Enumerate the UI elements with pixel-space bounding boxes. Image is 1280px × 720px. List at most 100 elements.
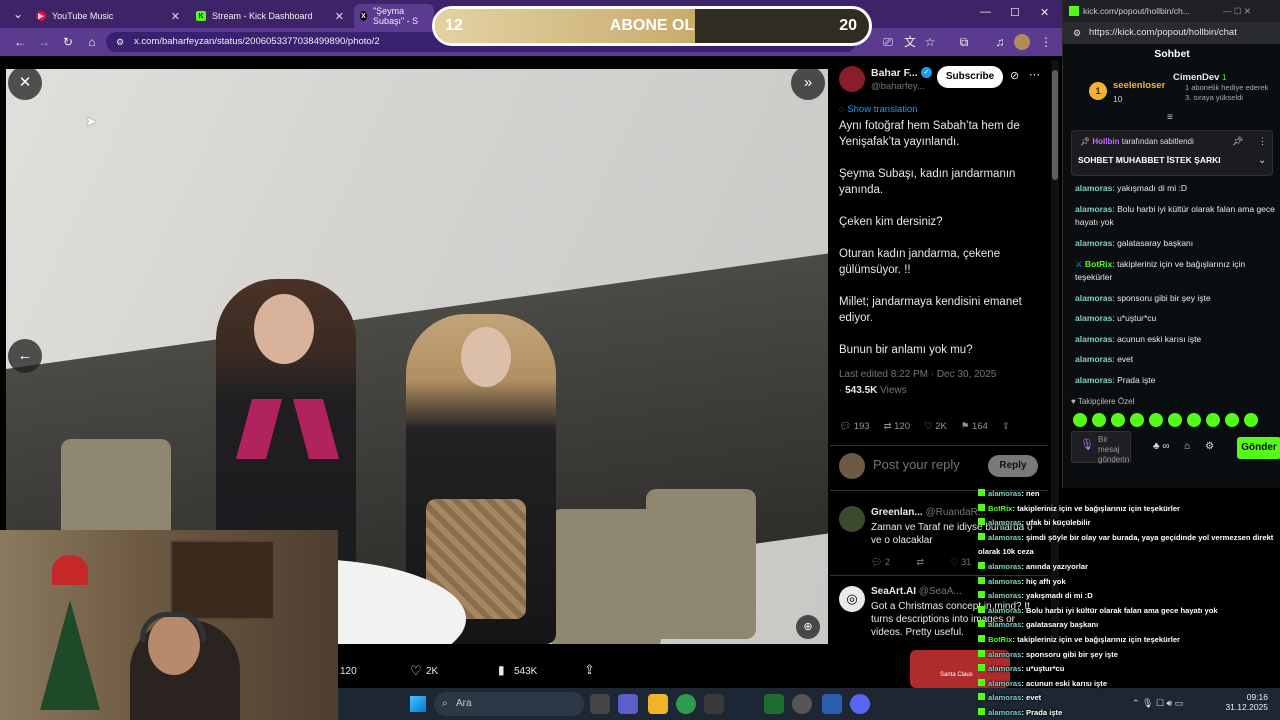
emote-icon[interactable]	[1206, 413, 1220, 427]
windows-start-icon[interactable]	[410, 696, 426, 712]
home-icon[interactable]: ⌂	[84, 34, 100, 50]
obs-icon[interactable]	[792, 694, 812, 714]
reply-button[interactable]: Reply	[988, 455, 1038, 477]
file-explorer-icon[interactable]	[648, 694, 668, 714]
chat-username[interactable]: alamoras	[1075, 183, 1112, 193]
close-icon[interactable]: ✕	[171, 10, 180, 23]
cast-icon[interactable]: ⎚	[880, 34, 896, 50]
previous-photo-icon[interactable]: ←	[8, 339, 42, 373]
send-button[interactable]: Gönder	[1237, 437, 1280, 459]
kick-badge-icon	[978, 693, 985, 701]
tab-kick-dashboard[interactable]: K Stream - Kick Dashboard ✕	[190, 4, 350, 28]
emote-icon[interactable]	[1111, 413, 1125, 427]
pinned-message[interactable]: 📌︎ Hollbin tarafından sabitlendi 📌︎ ⋮ SO…	[1071, 130, 1273, 176]
seaart-logo-icon[interactable]: ◎	[839, 586, 865, 612]
reply-icon[interactable]: 💬︎	[871, 557, 885, 567]
author-name[interactable]: Bahar F...	[871, 67, 918, 79]
menu-icon[interactable]: ⋮	[1038, 34, 1054, 50]
chat-username[interactable]: alamoras	[1075, 238, 1112, 248]
close-icon[interactable]: ✕	[335, 10, 344, 23]
chat-username[interactable]: alamoras	[1075, 313, 1112, 323]
gift-event-name[interactable]: CimenDev	[1173, 72, 1219, 83]
subscribe-button[interactable]: Subscribe	[937, 66, 1003, 88]
like-icon[interactable]: ♡	[410, 663, 422, 679]
chat-username[interactable]: alamoras	[1075, 375, 1112, 385]
store-icon[interactable]	[704, 694, 724, 714]
reply-avatar[interactable]	[839, 506, 865, 532]
reply-author-handle: @SeaA...	[918, 586, 962, 597]
minimize-icon[interactable]: —	[980, 6, 991, 18]
emote-icon[interactable]	[1073, 413, 1087, 427]
grok-explain-icon[interactable]: ⊘	[1010, 69, 1019, 82]
chrome-icon[interactable]	[676, 694, 696, 714]
chat-username[interactable]: alamoras	[1075, 204, 1112, 214]
back-icon[interactable]: ←	[12, 34, 28, 50]
chat-username[interactable]: alamoras	[1075, 293, 1112, 303]
media-control-icon[interactable]: ♫	[992, 34, 1008, 50]
chat-username[interactable]: alamoras	[1075, 354, 1112, 364]
reply-input[interactable]: Post your reply	[873, 457, 960, 472]
teams-icon[interactable]	[618, 694, 638, 714]
kick-app-icon[interactable]	[764, 694, 784, 714]
emote-icon[interactable]	[1244, 413, 1258, 427]
store-icon[interactable]: ⌂	[1184, 441, 1190, 452]
reply-action[interactable]: 💬︎ 193	[839, 421, 870, 432]
discord-icon[interactable]	[850, 694, 870, 714]
tab-search-icon[interactable]: ⌄	[10, 6, 26, 22]
chat-username[interactable]: alamoras	[1075, 334, 1112, 344]
maximize-icon[interactable]: ☐	[1010, 6, 1020, 19]
emote-icon[interactable]	[1149, 413, 1163, 427]
like-icon[interactable]: ♡	[951, 557, 962, 567]
more-options-icon[interactable]: ⋯	[1029, 68, 1040, 81]
reply-author-name[interactable]: SeaArt.AI	[871, 586, 916, 597]
chat-message-input[interactable]: 🎙︎ Bir mesaj gönderin	[1071, 431, 1131, 464]
unpin-icon[interactable]: 📌︎	[1232, 136, 1243, 147]
emote-icon[interactable]	[1225, 413, 1239, 427]
steam-icon[interactable]	[734, 694, 754, 714]
edited-timestamp[interactable]: Last edited 8:22 PM · Dec 30, 2025	[839, 369, 996, 380]
bookmark-star-icon[interactable]: ☆	[922, 34, 938, 50]
task-view-icon[interactable]	[590, 694, 610, 714]
emote-icon[interactable]	[1168, 413, 1182, 427]
chat-username[interactable]: BotRix	[1085, 259, 1112, 269]
scrollbar-thumb[interactable]	[1052, 70, 1058, 180]
media-reposts[interactable]: 120	[340, 666, 357, 677]
like-action[interactable]: ♡ 2K	[924, 421, 947, 432]
reload-icon[interactable]: ↻	[60, 34, 76, 50]
grok-icon[interactable]: ⊕	[796, 615, 820, 639]
microphone-icon[interactable]: 🎙︎	[1080, 440, 1094, 451]
taskbar-search[interactable]: ⌕ Ara	[434, 692, 584, 716]
window-controls-icon[interactable]: — ☐ ✕	[1223, 0, 1251, 22]
settings-gear-icon[interactable]: ⚙	[1205, 441, 1214, 452]
reply-author-name[interactable]: Greenlan...	[871, 507, 923, 518]
share-icon[interactable]: ⇪	[584, 662, 595, 678]
expand-leaderboard-icon[interactable]: ≡	[1167, 112, 1173, 123]
app-icon[interactable]	[822, 694, 842, 714]
bookmark-action[interactable]: ⚑ 164	[961, 421, 988, 432]
chevron-down-icon[interactable]: ⌄	[1258, 155, 1266, 166]
forward-icon[interactable]: →	[36, 34, 52, 50]
chat-url-bar[interactable]: ⚙ https://kick.com/popout/hollbin/chat	[1063, 22, 1280, 44]
emote-icon[interactable]	[1092, 413, 1106, 427]
repost-action[interactable]: ⇄ 120	[884, 421, 910, 432]
site-info-icon[interactable]: ⚙	[116, 32, 124, 52]
emote-icon[interactable]	[1187, 413, 1201, 427]
extensions-icon[interactable]: ⧉	[956, 34, 972, 50]
repost-icon[interactable]: ⇄	[916, 557, 924, 567]
share-icon[interactable]: ⇪	[1002, 421, 1010, 432]
pinned-menu-icon[interactable]: ⋮	[1258, 136, 1267, 147]
translate-icon[interactable]: 文	[902, 34, 918, 50]
window-close-icon[interactable]: ✕	[1040, 6, 1049, 19]
youtube-music-icon: ▶	[36, 11, 46, 21]
emote-picker-icon[interactable]: ♣	[1153, 441, 1160, 452]
tab-youtube-music[interactable]: ▶ YouTube Music ✕	[30, 4, 186, 28]
author-avatar[interactable]	[839, 66, 865, 92]
gifter-name[interactable]: seelenloser	[1113, 80, 1165, 91]
show-translation-link[interactable]: ◌ Show translation	[839, 104, 918, 115]
author-handle[interactable]: @baharfey...	[871, 81, 925, 92]
analytics-icon[interactable]: ▮	[498, 663, 505, 677]
emote-icon[interactable]	[1130, 413, 1144, 427]
tab-x-post[interactable]: X "Şeyma Subaşı" - S	[354, 4, 434, 28]
profile-avatar[interactable]	[1014, 34, 1030, 50]
infinity-icon[interactable]: ∞	[1162, 441, 1169, 452]
